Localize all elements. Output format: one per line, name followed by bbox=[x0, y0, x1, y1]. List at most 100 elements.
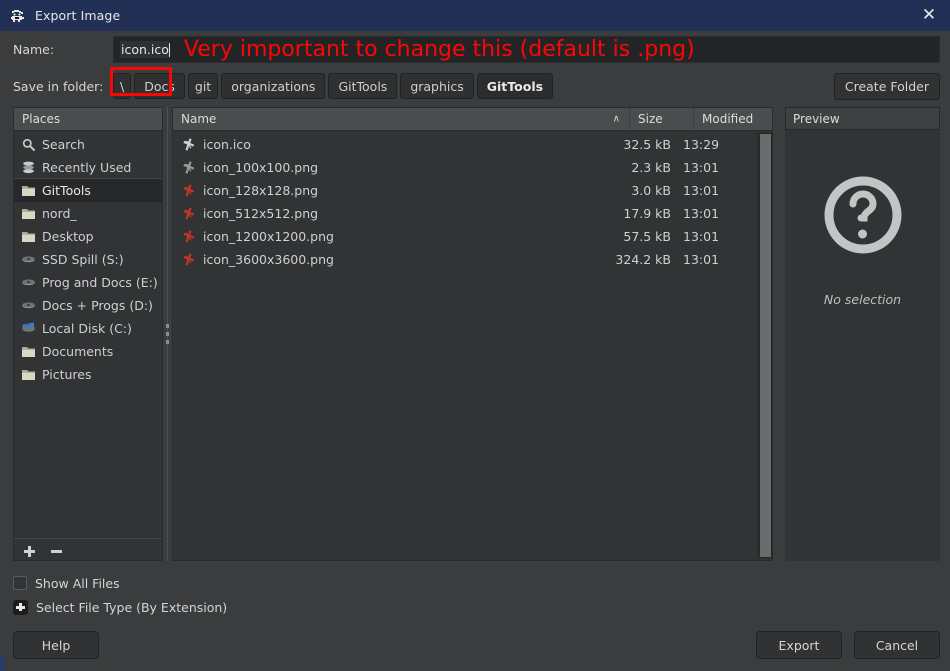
breadcrumb-item[interactable]: \ bbox=[113, 73, 132, 99]
column-header-modified-label: Modified bbox=[702, 112, 754, 126]
folder-icon bbox=[21, 183, 36, 198]
show-all-files-row[interactable]: Show All Files bbox=[13, 571, 950, 595]
recent-icon bbox=[21, 160, 36, 175]
file-row[interactable]: icon_512x512.png 17.9 kB 13:01 bbox=[173, 202, 757, 225]
add-place-button[interactable] bbox=[23, 543, 36, 557]
breadcrumb-item[interactable]: Docs bbox=[134, 73, 185, 99]
file-modified-cell: 13:01 bbox=[683, 160, 720, 175]
place-item-ssd-spill-s[interactable]: SSD Spill (S:) bbox=[14, 248, 162, 271]
file-name-cell: icon_3600x3600.png bbox=[173, 252, 615, 267]
cancel-button[interactable]: Cancel bbox=[854, 631, 940, 659]
save-in-folder-row: Save in folder: \ Docs git organizations Git… bbox=[0, 68, 950, 104]
file-modified-cell: 13:29 bbox=[683, 137, 720, 152]
file-list-scrollbar[interactable] bbox=[757, 131, 772, 560]
breadcrumb-item[interactable]: GitTools bbox=[328, 73, 398, 99]
place-item-label: Search bbox=[42, 137, 85, 152]
column-header-modified[interactable]: Modified bbox=[694, 108, 772, 130]
preview-panel: Preview No selection bbox=[785, 107, 940, 561]
places-list: Search Recently Used GitTools nord_ Desktop S… bbox=[14, 131, 162, 538]
place-item-label: nord_ bbox=[42, 206, 77, 221]
breadcrumb-item[interactable]: git bbox=[187, 73, 219, 99]
place-item-local-disk-c[interactable]: Local Disk (C:) bbox=[14, 317, 162, 340]
png-file-icon bbox=[181, 229, 196, 244]
create-folder-button[interactable]: Create Folder bbox=[833, 72, 940, 100]
name-label: Name: bbox=[13, 42, 55, 57]
pane-splitter[interactable] bbox=[163, 107, 172, 561]
png-file-icon bbox=[181, 183, 196, 198]
close-icon[interactable]: ✕ bbox=[918, 5, 940, 27]
preview-gap bbox=[773, 107, 785, 561]
breadcrumb: \ Docs git organizations GitTools graphics Git… bbox=[113, 73, 834, 99]
window-title: Export Image bbox=[35, 8, 121, 23]
file-name-label: icon_1200x1200.png bbox=[203, 229, 334, 244]
place-item-label: Prog and Docs (E:) bbox=[42, 275, 158, 290]
place-item-pictures[interactable]: Pictures bbox=[14, 363, 162, 386]
column-header-size-label: Size bbox=[638, 112, 663, 126]
file-size-cell: 57.5 kB bbox=[623, 229, 671, 244]
breadcrumb-item[interactable]: GitTools bbox=[476, 73, 554, 99]
place-item-label: Pictures bbox=[42, 367, 92, 382]
column-header-size[interactable]: Size bbox=[630, 108, 694, 130]
file-size-cell: 32.5 kB bbox=[623, 137, 671, 152]
folder-icon bbox=[21, 206, 36, 221]
select-file-type-label: Select File Type (By Extension) bbox=[36, 599, 228, 615]
name-input-value: icon.ico bbox=[120, 41, 169, 58]
file-modified-cell: 13:01 bbox=[683, 252, 720, 267]
file-list-rows: icon.ico 32.5 kB 13:29 icon_100x100.png 2.3 … bbox=[173, 131, 757, 560]
dialog-body: Name: icon.ico Very important to change … bbox=[0, 31, 950, 671]
place-item-docs-progs-d[interactable]: Docs + Progs (D:) bbox=[14, 294, 162, 317]
file-modified-cell: 13:01 bbox=[683, 229, 720, 244]
file-row[interactable]: icon_100x100.png 2.3 kB 13:01 bbox=[173, 156, 757, 179]
name-input[interactable]: icon.ico Very important to change this (… bbox=[113, 36, 940, 63]
place-item-documents[interactable]: Documents bbox=[14, 340, 162, 363]
wilber-icon bbox=[9, 7, 27, 25]
places-footer bbox=[14, 538, 162, 560]
dialog-footer: Help Export Cancel bbox=[0, 619, 950, 671]
show-all-files-checkbox[interactable] bbox=[13, 576, 27, 590]
file-row[interactable]: icon_128x128.png 3.0 kB 13:01 bbox=[173, 179, 757, 202]
preview-header: Preview bbox=[785, 107, 940, 130]
file-name-cell: icon_100x100.png bbox=[173, 160, 615, 175]
places-header: Places bbox=[14, 108, 162, 131]
place-item-gittools[interactable]: GitTools bbox=[14, 179, 162, 202]
save-in-folder-label: Save in folder: bbox=[13, 78, 104, 94]
place-item-prog-and-docs-e[interactable]: Prog and Docs (E:) bbox=[14, 271, 162, 294]
file-size-cell: 324.2 kB bbox=[615, 252, 671, 267]
show-all-files-label: Show All Files bbox=[35, 575, 120, 591]
breadcrumb-item[interactable]: organizations bbox=[221, 73, 326, 99]
file-name-cell: icon_512x512.png bbox=[173, 206, 615, 221]
place-item-label: GitTools bbox=[42, 183, 91, 198]
file-name-label: icon_3600x3600.png bbox=[203, 252, 334, 267]
file-row[interactable]: icon_1200x1200.png 57.5 kB 13:01 bbox=[173, 225, 757, 248]
breadcrumb-item[interactable]: graphics bbox=[400, 73, 474, 99]
folder-icon bbox=[21, 344, 36, 359]
annotation-text: Very important to change this (default i… bbox=[183, 36, 695, 62]
system-drive-icon bbox=[21, 321, 36, 336]
place-item-desktop[interactable]: Desktop bbox=[14, 225, 162, 248]
places-panel: Places Search Recently Used GitTools nord_ D… bbox=[13, 107, 163, 561]
file-row[interactable]: icon_3600x3600.png 324.2 kB 13:01 bbox=[173, 248, 757, 271]
expander-plus-icon[interactable] bbox=[13, 599, 28, 615]
export-button[interactable]: Export bbox=[756, 631, 842, 659]
scrollbar-thumb[interactable] bbox=[759, 133, 772, 558]
file-row[interactable]: icon.ico 32.5 kB 13:29 bbox=[173, 133, 757, 156]
help-button[interactable]: Help bbox=[13, 631, 99, 659]
column-header-name[interactable]: Name ∧ bbox=[173, 108, 630, 130]
preview-body: No selection bbox=[785, 130, 940, 561]
text-caret bbox=[168, 42, 170, 57]
file-list-panel: Name ∧ Size Modified icon.ico 32.5 kB 13:2… bbox=[172, 107, 773, 561]
export-image-dialog: Export Image ✕ Name: icon.ico Very impor… bbox=[0, 0, 950, 671]
file-name-cell: icon_1200x1200.png bbox=[173, 229, 615, 244]
place-item-nord[interactable]: nord_ bbox=[14, 202, 162, 225]
place-item-recently-used[interactable]: Recently Used bbox=[14, 156, 162, 179]
name-row: Name: icon.ico Very important to change … bbox=[0, 31, 950, 96]
file-name-cell: icon_128x128.png bbox=[173, 183, 615, 198]
place-item-label: Local Disk (C:) bbox=[42, 321, 132, 336]
file-name-label: icon_512x512.png bbox=[203, 206, 319, 221]
select-file-type-row[interactable]: Select File Type (By Extension) bbox=[13, 595, 950, 619]
place-item-search[interactable]: Search bbox=[14, 133, 162, 156]
splitter-grip bbox=[166, 324, 169, 344]
remove-place-button[interactable] bbox=[50, 543, 63, 556]
png-file-icon bbox=[181, 252, 196, 267]
file-modified-cell: 13:01 bbox=[683, 183, 720, 198]
